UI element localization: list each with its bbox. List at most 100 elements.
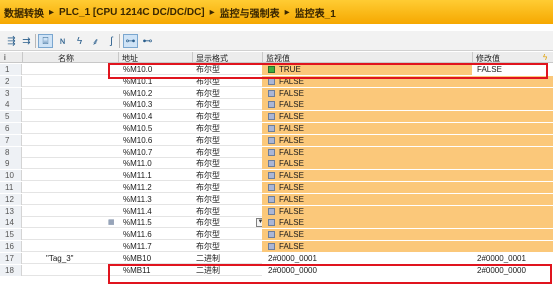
table-row[interactable]: 18 %MB11 二进制 2#0000_0000 2#0000_0000 xyxy=(0,264,553,276)
table-row[interactable]: 3 %M10.2 布尔型 FALSE xyxy=(0,87,553,99)
address-cell[interactable]: %M10.1 xyxy=(118,76,192,87)
table-row[interactable]: 16 %M11.7 布尔型 FALSE xyxy=(0,241,553,252)
table-row[interactable]: 13 %M11.4 布尔型 FALSE xyxy=(0,205,553,217)
table-row[interactable]: 2 %M10.1 布尔型 FALSE xyxy=(0,75,553,87)
tag-name-cell[interactable]: "Tag_3" xyxy=(46,253,106,264)
modify-value-cell[interactable]: 2#0000_0001 xyxy=(472,252,553,264)
modify-value-cell[interactable] xyxy=(472,123,553,134)
display-format-cell[interactable]: 布尔型 xyxy=(192,217,262,228)
tag-name-cell[interactable] xyxy=(46,99,106,110)
modify-value-cell[interactable] xyxy=(472,75,553,87)
display-format-cell[interactable]: 布尔型 xyxy=(192,229,262,240)
modify-value-cell[interactable]: 2#0000_0000 xyxy=(472,264,553,276)
address-cell[interactable]: %M11.3 xyxy=(118,194,192,205)
table-row[interactable]: 1 %M10.0 布尔型 TRUE FALSE xyxy=(0,64,553,75)
add-row-icon[interactable]: ⇉ xyxy=(19,34,34,48)
table-row[interactable]: 10 %M11.1 布尔型 FALSE xyxy=(0,170,553,182)
tag-name-cell[interactable] xyxy=(46,217,106,228)
table-row[interactable]: 6 %M10.5 布尔型 FALSE xyxy=(0,123,553,134)
modify-trigger-icon[interactable]: ⸙ xyxy=(88,34,103,48)
address-cell[interactable]: %M10.5 xyxy=(118,123,192,134)
tag-name-cell[interactable] xyxy=(46,64,106,75)
tag-name-cell[interactable] xyxy=(46,111,106,122)
modify-value-cell[interactable]: FALSE xyxy=(472,64,553,75)
address-cell[interactable]: %M11.1 xyxy=(118,170,192,181)
monitor-all-icon[interactable]: ⊶ xyxy=(123,34,138,48)
modify-value-cell[interactable] xyxy=(472,158,553,170)
display-format-cell[interactable]: 布尔型 xyxy=(192,64,262,75)
address-cell[interactable]: %M11.6 xyxy=(118,229,192,240)
address-cell[interactable]: %M11.4 xyxy=(118,206,192,217)
tag-name-cell[interactable] xyxy=(46,76,106,87)
modify-value-cell[interactable] xyxy=(472,229,553,241)
display-format-cell[interactable]: 布尔型 xyxy=(192,76,262,87)
tag-name-cell[interactable] xyxy=(46,229,106,240)
address-cell[interactable]: %M11.0 xyxy=(118,158,192,169)
table-row[interactable]: 17 "Tag_3" %MB10 二进制 2#0000_0001 2#0000_0001 xyxy=(0,252,553,264)
table-row[interactable]: 14 ▦ %M11.5 布尔型 ▼ FALSE xyxy=(0,217,553,229)
header-name[interactable]: 名称 xyxy=(58,53,74,64)
table-row[interactable]: 12 %M11.3 布尔型 FALSE xyxy=(0,193,553,205)
tag-name-cell[interactable] xyxy=(46,194,106,205)
header-modify-value[interactable]: 修改值 xyxy=(476,53,500,64)
tag-name-cell[interactable] xyxy=(46,265,106,276)
header-address[interactable]: 地址 xyxy=(122,53,138,64)
modify-value-cell[interactable] xyxy=(472,99,553,111)
display-format-cell[interactable]: 布尔型 xyxy=(192,147,262,158)
display-format-cell[interactable]: 布尔型 xyxy=(192,170,262,181)
modify-value-cell[interactable] xyxy=(472,241,553,252)
address-cell[interactable]: %MB10 xyxy=(118,253,192,264)
modify-value-cell[interactable] xyxy=(472,217,553,229)
display-format-cell[interactable]: 布尔型 xyxy=(192,206,262,217)
modify-value-cell[interactable] xyxy=(472,146,553,158)
breadcrumb-item[interactable]: 数据转换 xyxy=(4,5,44,20)
tag-name-cell[interactable] xyxy=(46,88,106,99)
display-format-cell[interactable]: 布尔型 xyxy=(192,111,262,122)
display-format-icon[interactable]: ⌸ xyxy=(38,34,53,48)
tag-name-cell[interactable] xyxy=(46,182,106,193)
address-cell[interactable]: %M11.5 xyxy=(118,217,192,228)
table-row[interactable]: 5 %M10.4 布尔型 FALSE xyxy=(0,111,553,123)
table-row[interactable]: 7 %M10.6 布尔型 FALSE xyxy=(0,134,553,146)
modify-value-cell[interactable] xyxy=(472,170,553,182)
header-monitor-value[interactable]: 监视值 xyxy=(266,53,290,64)
breadcrumb-item[interactable]: PLC_1 [CPU 1214C DC/DC/DC] xyxy=(59,7,205,18)
modify-value-cell[interactable] xyxy=(472,182,553,193)
tag-name-cell[interactable] xyxy=(46,170,106,181)
address-cell[interactable]: %MB11 xyxy=(118,265,192,276)
tag-name-cell[interactable] xyxy=(46,123,106,134)
breadcrumb-item[interactable]: 监控表_1 xyxy=(295,5,336,20)
modify-lock-icon[interactable]: ʃ xyxy=(104,34,119,48)
breadcrumb-item[interactable]: 监控与强制表 xyxy=(220,5,280,20)
tag-name-cell[interactable] xyxy=(46,158,106,169)
address-cell[interactable]: %M11.7 xyxy=(118,241,192,252)
monitor-once-icon[interactable]: ⊷ xyxy=(140,34,155,48)
display-format-cell[interactable]: 布尔型 xyxy=(192,194,262,205)
display-format-cell[interactable]: 布尔型 xyxy=(192,241,262,252)
display-format-cell[interactable]: 布尔型 xyxy=(192,99,262,110)
modify-value-cell[interactable] xyxy=(472,193,553,205)
modify-value-cell[interactable] xyxy=(472,205,553,217)
display-format-cell[interactable]: 布尔型 xyxy=(192,158,262,169)
address-cell[interactable]: %M10.6 xyxy=(118,135,192,146)
display-format-cell[interactable]: 二进制 xyxy=(192,253,262,264)
modify-value-cell[interactable] xyxy=(472,87,553,99)
modify-value-cell[interactable] xyxy=(472,134,553,146)
table-row[interactable]: 8 %M10.7 布尔型 FALSE xyxy=(0,146,553,158)
table-row[interactable]: 4 %M10.3 布尔型 FALSE xyxy=(0,99,553,111)
tag-name-cell[interactable] xyxy=(46,135,106,146)
display-format-cell[interactable]: 二进制 xyxy=(192,265,262,276)
display-format-cell[interactable]: 布尔型 xyxy=(192,182,262,193)
header-format[interactable]: 显示格式 xyxy=(196,53,228,64)
tag-name-cell[interactable] xyxy=(46,241,106,252)
address-cell[interactable]: %M10.0 xyxy=(118,64,192,75)
modify-value-cell[interactable] xyxy=(472,111,553,123)
address-cell[interactable]: %M11.2 xyxy=(118,182,192,193)
table-row[interactable]: 11 %M11.2 布尔型 FALSE xyxy=(0,182,553,193)
tag-name-cell[interactable] xyxy=(46,147,106,158)
address-cell[interactable]: %M10.7 xyxy=(118,147,192,158)
address-cell[interactable]: %M10.2 xyxy=(118,88,192,99)
lock-format-icon[interactable]: ɴ xyxy=(55,34,70,48)
modify-now-icon[interactable]: ϟ xyxy=(72,34,87,48)
display-format-cell[interactable]: 布尔型 xyxy=(192,123,262,134)
